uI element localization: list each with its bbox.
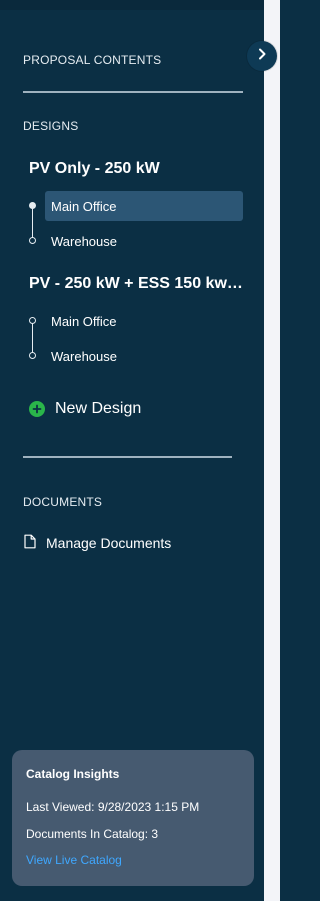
design-site-item-warehouse[interactable]: Warehouse [45, 341, 243, 371]
documents-heading: DOCUMENTS [23, 495, 103, 509]
section-divider [23, 91, 243, 93]
view-live-catalog-link[interactable]: View Live Catalog [26, 853, 122, 867]
new-design-label: New Design [55, 400, 142, 417]
manage-documents-label: Manage Documents [46, 535, 172, 551]
section-divider [23, 456, 232, 458]
document-icon [24, 534, 36, 552]
site-item-label: Main Office [51, 198, 117, 214]
plus-circle-icon [29, 401, 45, 417]
design-timeline-line [32, 205, 33, 241]
designs-heading: DESIGNS [23, 119, 79, 133]
timeline-dot [29, 237, 36, 244]
site-item-label: Warehouse [51, 348, 117, 364]
design-title[interactable]: PV Only - 250 kW [29, 160, 243, 178]
new-design-button[interactable]: New Design [29, 400, 141, 418]
manage-documents-link[interactable]: Manage Documents [24, 534, 171, 552]
timeline-dot-selected [29, 202, 36, 209]
design-site-item-main-office[interactable]: Main Office [45, 191, 243, 221]
last-viewed-text: Last Viewed: 9/28/2023 1:15 PM [26, 800, 200, 814]
design-timeline-line [32, 320, 33, 356]
timeline-dot [29, 317, 36, 324]
proposal-contents-heading: PROPOSAL CONTENTS [23, 53, 162, 67]
catalog-insights-card: Catalog Insights Last Viewed: 9/28/2023 … [12, 750, 254, 886]
catalog-insights-title: Catalog Insights [26, 767, 120, 781]
chevron-right-icon [257, 47, 267, 65]
site-item-label: Warehouse [51, 233, 117, 249]
sidebar-top-strip [0, 0, 264, 10]
proposal-sidebar: PROPOSAL CONTENTS DESIGNS PV Only - 250 … [0, 0, 264, 901]
main-content-background [264, 0, 280, 901]
timeline-dot [29, 352, 36, 359]
design-title[interactable]: PV - 250 kW + ESS 150 kw |... [29, 275, 243, 293]
collapse-sidebar-button[interactable] [247, 41, 277, 71]
documents-in-catalog-text: Documents In Catalog: 3 [26, 827, 159, 841]
design-site-item-main-office[interactable]: Main Office [45, 306, 243, 336]
site-item-label: Main Office [51, 313, 117, 329]
design-site-item-warehouse[interactable]: Warehouse [45, 226, 243, 256]
